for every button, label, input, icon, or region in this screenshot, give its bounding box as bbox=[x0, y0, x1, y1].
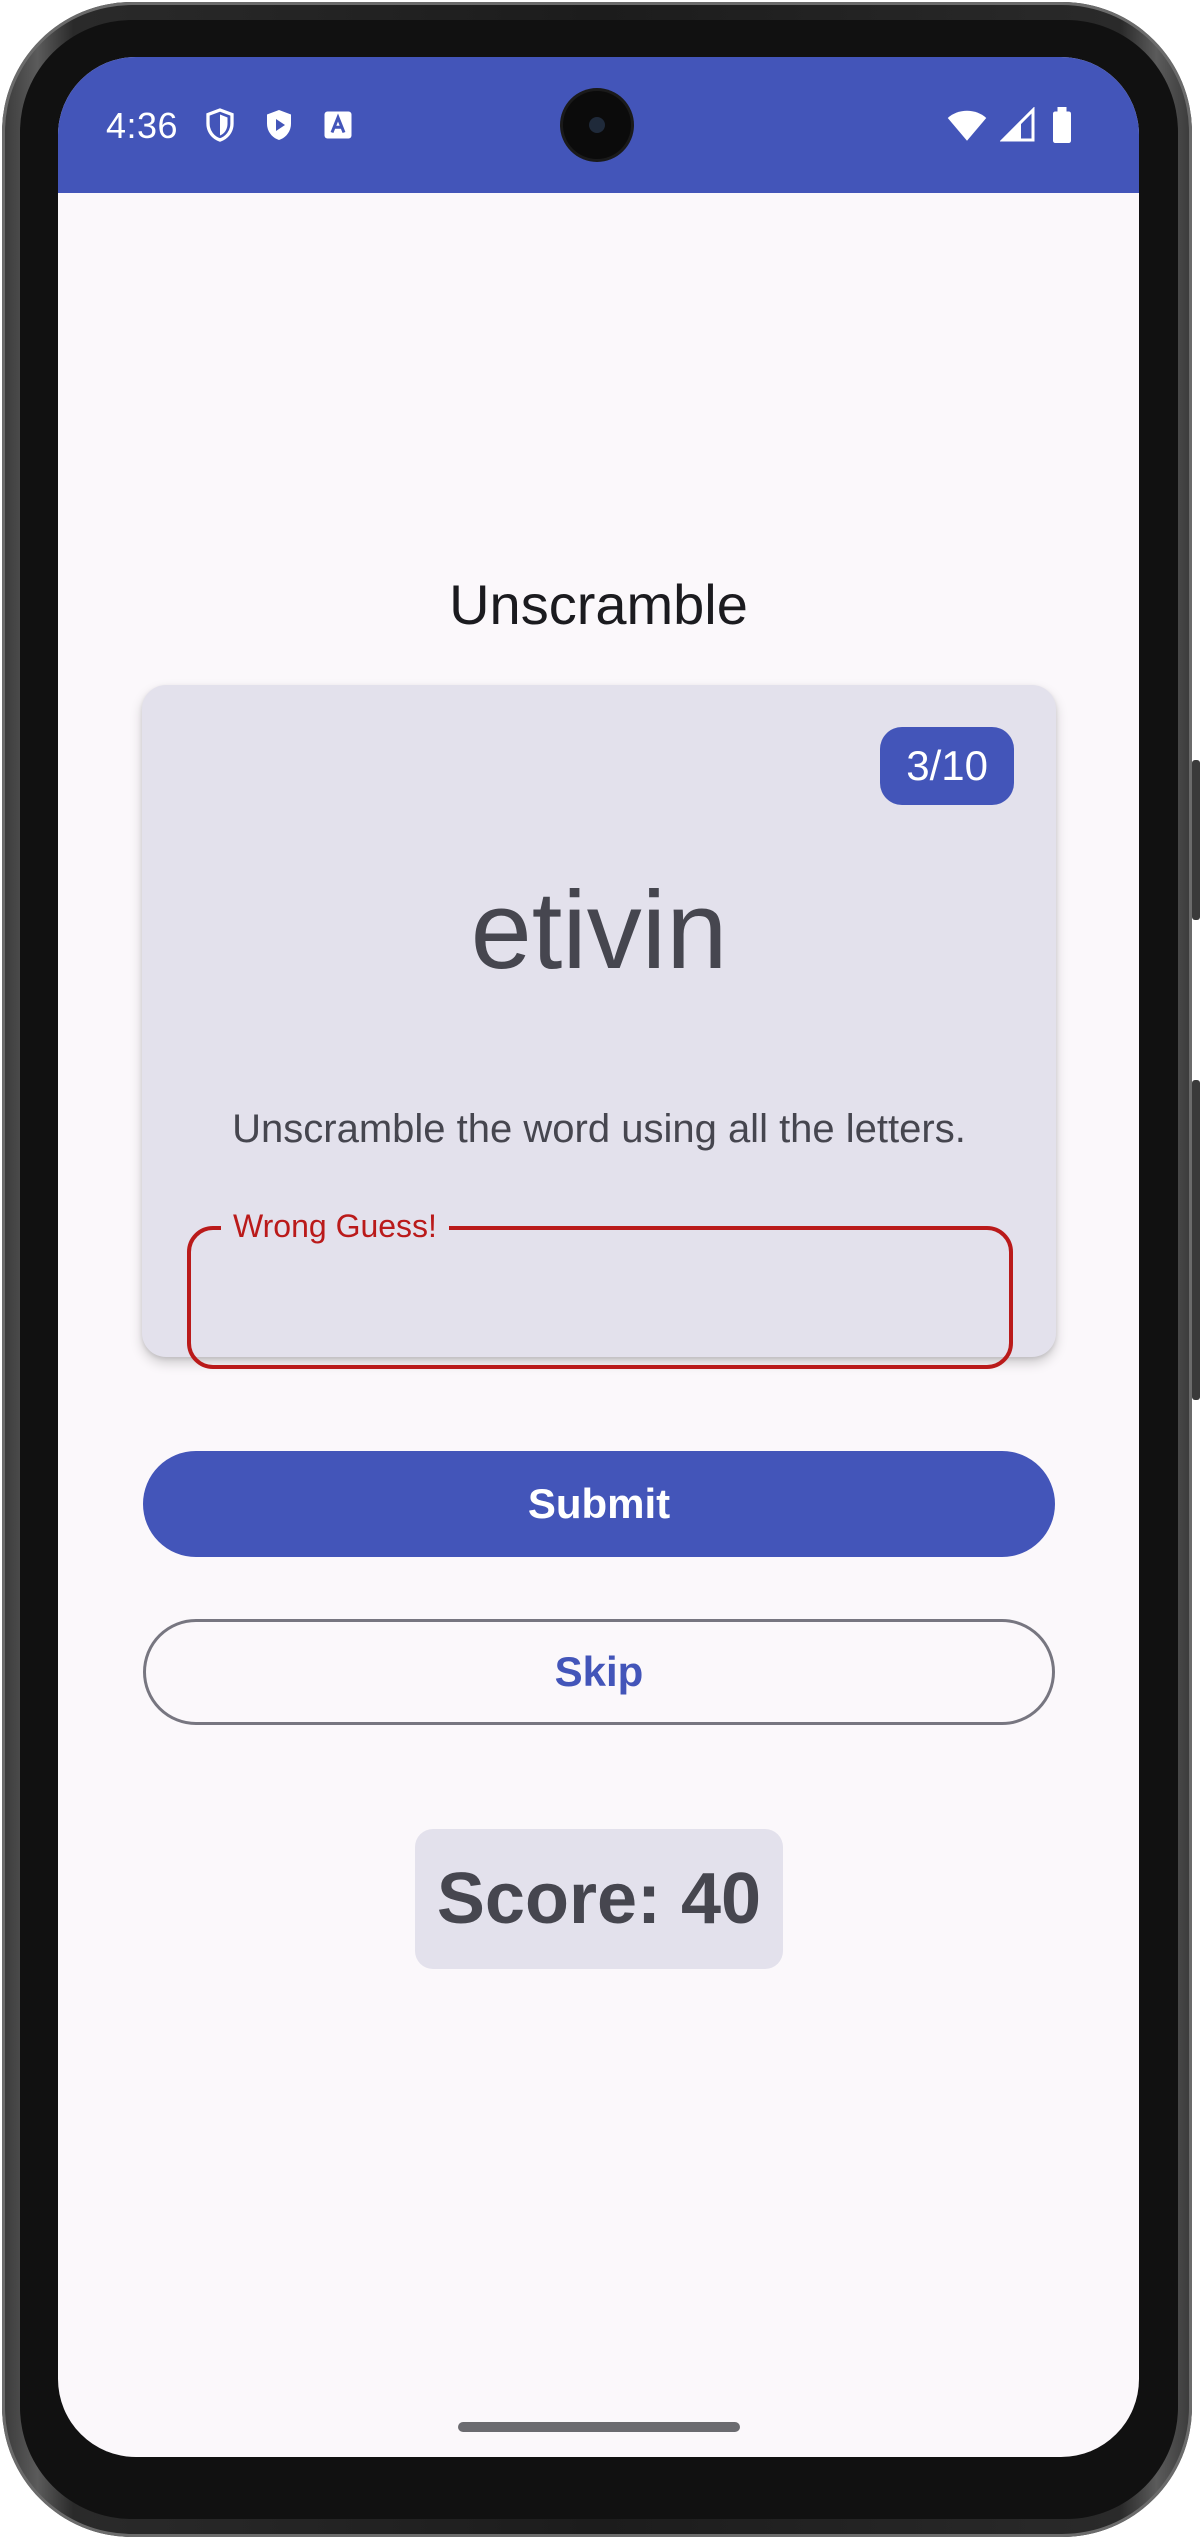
status-time: 4:36 bbox=[106, 105, 179, 146]
play-protect-icon bbox=[267, 110, 291, 140]
screen: 4:36 Unscramble 3/10 etivin Unscramble t… bbox=[58, 57, 1139, 2457]
skip-button[interactable]: Skip bbox=[143, 1619, 1055, 1725]
scrambled-word: etivin bbox=[470, 869, 728, 992]
guess-input[interactable] bbox=[215, 1260, 989, 1332]
instructions-text: Unscramble the word using all the letter… bbox=[232, 1107, 966, 1151]
cellular-signal-icon bbox=[1000, 107, 1035, 142]
battery-icon bbox=[1053, 107, 1071, 143]
word-count-badge: 3/10 bbox=[880, 727, 1014, 805]
power-button bbox=[1192, 1080, 1200, 1400]
submit-button[interactable]: Submit bbox=[143, 1451, 1055, 1557]
front-camera bbox=[563, 91, 631, 159]
wifi-icon bbox=[947, 110, 987, 141]
guess-text-field[interactable]: Wrong Guess! bbox=[187, 1206, 1013, 1369]
accessibility-a-icon bbox=[324, 111, 352, 139]
guess-field-error-label: Wrong Guess! bbox=[221, 1206, 449, 1246]
game-card: 3/10 etivin Unscramble the word using al… bbox=[142, 685, 1056, 1369]
shield-icon bbox=[206, 108, 234, 142]
score-display: Score: 40 bbox=[415, 1829, 783, 1969]
status-bar: 4:36 bbox=[58, 57, 1139, 193]
phone-device: 4:36 Unscramble 3/10 etivin Unscramble t… bbox=[0, 0, 1200, 2541]
volume-button bbox=[1192, 760, 1200, 920]
gesture-navigation-bar[interactable] bbox=[458, 2422, 740, 2432]
app-title: Unscramble bbox=[449, 573, 748, 636]
